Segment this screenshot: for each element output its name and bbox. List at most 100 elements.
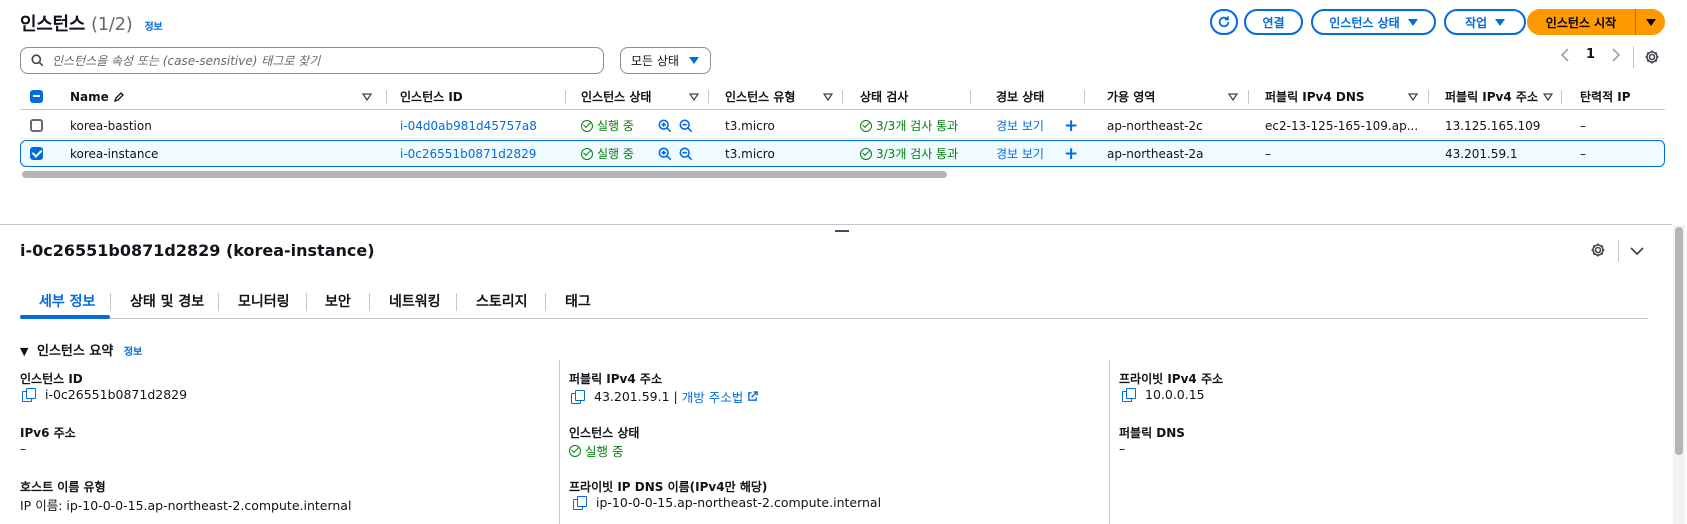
actions-button[interactable]: 작업 [1444, 9, 1526, 35]
resize-handle[interactable] [835, 230, 849, 232]
next-page-button[interactable] [1611, 48, 1621, 66]
table-row[interactable]: korea-instance i-0c26551b0871d2829 실행 중 … [20, 140, 1665, 167]
copy-icon[interactable] [573, 495, 587, 510]
tab-monitoring[interactable]: 모니터링 [238, 284, 290, 317]
copy-icon[interactable] [1122, 387, 1136, 402]
state-filter-select[interactable]: 모든 상태 [620, 47, 711, 74]
view-alarms-link[interactable]: 경보 보기 [996, 112, 1044, 139]
refresh-button[interactable] [1210, 9, 1238, 35]
row-checkbox[interactable] [30, 147, 43, 160]
col-elastic-ip[interactable]: 탄력적 IP [1580, 83, 1631, 110]
instance-state: 실행 중 [581, 140, 634, 167]
connect-button[interactable]: 연결 [1244, 9, 1303, 35]
split-divider [0, 224, 1672, 225]
tab-storage[interactable]: 스토리지 [476, 284, 528, 317]
elastic-ip: – [1580, 118, 1586, 133]
success-icon [581, 119, 593, 132]
section-header[interactable]: ▼ 인스턴스 요약 정보 [20, 340, 142, 359]
col-public-dns[interactable]: 퍼블릭 IPv4 DNS [1265, 83, 1365, 110]
horizontal-scrollbar[interactable] [22, 171, 947, 178]
col-instance-type[interactable]: 인스턴스 유형 [725, 83, 795, 110]
tab-tags[interactable]: 태그 [565, 284, 591, 317]
search-input[interactable]: 인스턴스을 속성 또는 (case-sensitive) 태그로 찾기 [52, 52, 320, 69]
success-icon [581, 147, 593, 160]
zoom-controls [658, 140, 693, 167]
sort-icon[interactable] [362, 93, 372, 101]
table-row[interactable]: korea-bastion i-04d0ab981d45757a8 실행 중 t… [20, 112, 1665, 139]
collapse-panel-button[interactable] [1630, 245, 1644, 259]
title-text: 인스턴스 [20, 14, 86, 35]
zoom-out-icon[interactable] [679, 147, 693, 161]
chevron-left-icon [1560, 48, 1569, 62]
tab-security[interactable]: 보안 [325, 284, 351, 317]
launch-instance-group: 인스턴스 시작 [1527, 9, 1665, 35]
caret-down-icon: ▼ [20, 345, 29, 358]
add-alarm-icon[interactable]: + [1064, 112, 1078, 139]
launch-dropdown-button[interactable] [1636, 18, 1665, 26]
copy-icon[interactable] [571, 389, 585, 404]
instance-id-value: i-0c26551b0871d2829 [22, 387, 187, 402]
ipv6-value: – [20, 441, 27, 456]
caret-down-icon [1645, 18, 1656, 26]
vertical-scrollbar[interactable] [1673, 225, 1685, 524]
instance-id-link[interactable]: i-0c26551b0871d2829 [400, 140, 536, 167]
zoom-out-icon[interactable] [679, 119, 693, 133]
instance-name: korea-bastion [70, 118, 152, 133]
field-label: 퍼블릭 DNS [1119, 426, 1185, 440]
col-status-check[interactable]: 상태 검사 [860, 83, 908, 110]
public-dns: – [1265, 146, 1271, 161]
prev-page-button[interactable] [1560, 48, 1570, 66]
edit-icon [113, 91, 124, 102]
status-checks: 3/3개 검사 통과 [860, 140, 958, 167]
tab-status-alarms[interactable]: 상태 및 경보 [130, 284, 204, 317]
availability-zone: ap-northeast-2c [1107, 118, 1203, 133]
section-info-link[interactable]: 정보 [124, 347, 142, 358]
col-name[interactable]: Name [70, 83, 125, 110]
sort-icon[interactable] [689, 93, 699, 101]
success-icon [860, 147, 872, 160]
sort-icon[interactable] [823, 93, 833, 101]
instance-state: 실행 중 [581, 112, 634, 139]
instance-state-button[interactable]: 인스턴스 상태 [1311, 9, 1436, 35]
zoom-in-icon[interactable] [658, 147, 672, 161]
row-checkbox[interactable] [30, 119, 43, 132]
view-alarms-link[interactable]: 경보 보기 [996, 140, 1044, 167]
sort-icon[interactable] [1408, 93, 1418, 101]
table-settings-button[interactable] [1644, 49, 1660, 68]
col-instance-state[interactable]: 인스턴스 상태 [581, 83, 651, 110]
search-field[interactable]: 인스턴스을 속성 또는 (case-sensitive) 태그로 찾기 [20, 47, 604, 74]
private-dns-value: ip-10-0-0-15.ap-northeast-2.compute.inte… [573, 495, 881, 510]
sort-icon[interactable] [1543, 93, 1553, 101]
selection-count: (1/2) [91, 14, 133, 35]
add-alarm-icon[interactable]: + [1064, 140, 1078, 167]
sort-icon[interactable] [1228, 93, 1238, 101]
field-label: 인스턴스 ID [20, 372, 83, 386]
detail-settings-button[interactable] [1590, 242, 1606, 261]
page-title: 인스턴스 (1/2) 정보 [20, 10, 163, 36]
success-icon [860, 119, 872, 132]
info-link[interactable]: 정보 [145, 22, 163, 33]
detail-title: i-0c26551b0871d2829 (korea-instance) [20, 241, 375, 260]
instance-state-value: 실행 중 [569, 441, 623, 460]
zoom-in-icon[interactable] [658, 119, 672, 133]
instance-id-link[interactable]: i-04d0ab981d45757a8 [400, 112, 537, 139]
external-link-icon [748, 391, 759, 401]
page-number[interactable]: 1 [1586, 47, 1595, 62]
tab-networking[interactable]: 네트워킹 [389, 284, 441, 317]
availability-zone: ap-northeast-2a [1107, 146, 1204, 161]
public-ipv4-value: 43.201.59.1 | 개방 주소법 [571, 387, 759, 406]
state-filter-value: 모든 상태 [631, 54, 679, 68]
col-instance-id[interactable]: 인스턴스 ID [400, 83, 463, 110]
col-public-ip[interactable]: 퍼블릭 IPv4 주소 [1445, 83, 1538, 110]
table-header: Name 인스턴스 ID 인스턴스 상태 인스턴스 유형 상태 검사 경보 상태… [20, 83, 1665, 110]
hostname-type-value: IP 이름: ip-10-0-0-15.ap-northeast-2.compu… [20, 498, 352, 513]
gear-icon [1645, 50, 1659, 64]
select-all-checkbox[interactable] [30, 90, 43, 103]
col-alarm-status[interactable]: 경보 상태 [996, 83, 1044, 110]
launch-instance-button[interactable]: 인스턴스 시작 [1527, 14, 1635, 31]
copy-icon[interactable] [22, 387, 36, 402]
open-address-link[interactable]: 개방 주소법 [682, 387, 743, 406]
public-ip: 43.201.59.1 [1445, 146, 1518, 161]
tab-details[interactable]: 세부 정보 [39, 284, 95, 317]
col-availability-zone[interactable]: 가용 영역 [1107, 83, 1155, 110]
